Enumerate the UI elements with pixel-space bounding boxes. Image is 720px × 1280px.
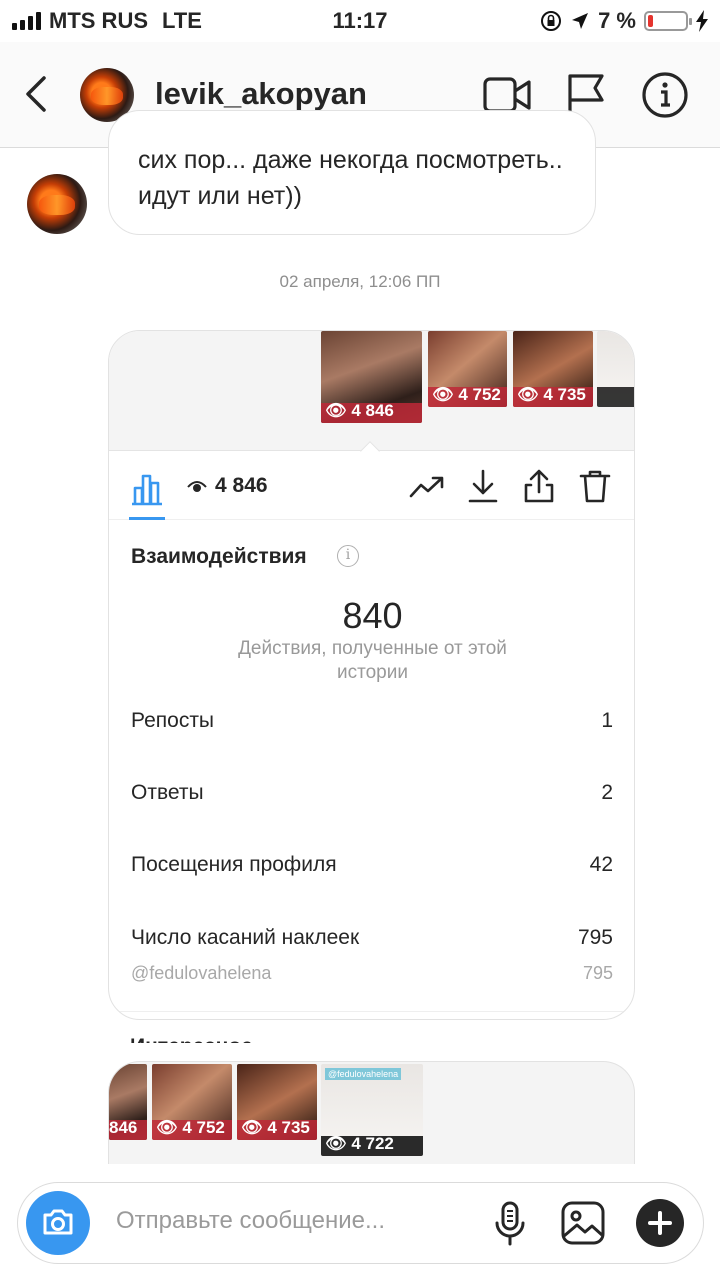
rotation-lock-icon <box>541 11 562 31</box>
share-icon[interactable] <box>521 468 557 504</box>
trending-icon[interactable] <box>409 468 445 504</box>
username-title[interactable]: levik_akopyan <box>155 76 367 112</box>
interactions-title: Взаимодействия <box>131 545 307 568</box>
thumbnail-views: 4 735 <box>267 1118 310 1137</box>
divider <box>109 1011 634 1012</box>
next-section-title: Интересное <box>130 1035 253 1043</box>
story-views-count: 4 846 <box>215 474 268 497</box>
metric-value: 1 <box>601 709 613 732</box>
story-insights-card[interactable]: 👁 4 846 👁 4 752 👁 4 735 4 846 Взаимодейс… <box>108 330 635 1020</box>
trash-icon[interactable] <box>577 468 613 504</box>
gallery-icon[interactable] <box>559 1199 607 1247</box>
metric-value: 795 <box>577 926 613 949</box>
metric-row: Репосты 1 <box>131 709 613 733</box>
thumbnail-views: 4 722 <box>351 1134 394 1153</box>
message-timestamp: 02 апреля, 12:06 ПП <box>279 272 441 291</box>
thumbnail-views: 4 735 <box>543 385 586 404</box>
story-insights-card-2[interactable]: 846 👁 4 752 👁 4 735 @fedulovahelena 👁 4 … <box>108 1061 635 1164</box>
next-section-clip: Интересное <box>108 1021 635 1043</box>
battery-percent: 7 % <box>598 8 636 33</box>
sticker-label: @fedulovahelena <box>131 963 272 983</box>
message-input[interactable] <box>116 1207 456 1235</box>
eye-icon: 👁 <box>517 385 539 404</box>
metric-label: Репосты <box>131 709 215 732</box>
story-thumbnail[interactable]: 👁 4 735 <box>513 331 593 407</box>
back-chevron-icon[interactable] <box>20 74 52 114</box>
more-button[interactable] <box>636 1199 684 1247</box>
interactions-total: 840 <box>342 595 403 636</box>
download-icon[interactable] <box>465 468 501 504</box>
thumbnail-views: 846 <box>109 1118 138 1137</box>
story-thumbnail[interactable]: 👁 4 846 <box>321 331 422 423</box>
metric-label: Число касаний наклеек <box>131 926 360 949</box>
eye-icon <box>187 481 207 492</box>
sticker-metric-row: @fedulovahelena 795 <box>131 963 613 984</box>
metric-label: Посещения профиля <box>131 853 337 876</box>
eye-icon: 👁 <box>432 385 454 404</box>
story-thumbnail[interactable]: @fedulovahelena 👁 4 722 <box>321 1064 423 1156</box>
thumbnail-views: 4 846 <box>351 401 394 420</box>
info-icon[interactable]: i <box>337 545 359 567</box>
camera-icon <box>43 1209 73 1235</box>
eye-icon: 👁 <box>156 1118 178 1137</box>
story-thumbnail[interactable]: 846 <box>109 1064 147 1140</box>
camera-button[interactable] <box>26 1191 90 1255</box>
story-thumbnail[interactable]: 👁 4 752 <box>152 1064 232 1140</box>
interactions-caption: Действия, полученные от этой истории <box>238 638 507 683</box>
message-text: сих пор... даже некогда посмотреть.. иду… <box>138 146 563 210</box>
eye-icon: 👁 <box>241 1118 263 1137</box>
eye-icon: 👁 <box>325 1134 347 1153</box>
bar-chart-icon[interactable] <box>129 470 165 506</box>
sticker-value: 795 <box>582 963 613 983</box>
metric-value: 2 <box>601 781 613 804</box>
status-bar: MTS RUS LTE 11:17 7 % <box>0 0 720 42</box>
sender-avatar[interactable] <box>27 174 87 234</box>
metric-row: Посещения профиля 42 <box>131 853 613 877</box>
story-thumbnail[interactable]: 👁 4 735 <box>237 1064 317 1140</box>
charging-icon <box>696 10 708 32</box>
plus-icon <box>648 1211 672 1235</box>
battery-icon <box>644 11 692 31</box>
active-tab-indicator <box>129 517 165 520</box>
story-thumbnail-strip: 👁 4 846 👁 4 752 👁 4 735 <box>109 331 634 461</box>
message-composer <box>17 1182 704 1264</box>
location-icon <box>572 13 589 29</box>
microphone-icon[interactable] <box>486 1199 534 1247</box>
mention-tag: @fedulovahelena <box>325 1068 402 1080</box>
insights-toolbar: 4 846 <box>109 452 634 520</box>
metric-value: 42 <box>589 853 613 876</box>
thumbnail-views: 4 752 <box>182 1118 225 1137</box>
eye-icon: 👁 <box>325 401 347 420</box>
thumbnail-views: 4 752 <box>458 385 501 404</box>
metric-label: Ответы <box>131 781 204 804</box>
metric-row: Ответы 2 <box>131 781 613 805</box>
story-thumbnail[interactable]: 👁 4 752 <box>428 331 507 407</box>
story-thumbnail[interactable] <box>597 331 634 407</box>
info-icon[interactable] <box>640 70 690 120</box>
metric-row: Число касаний наклеек 795 <box>131 926 613 950</box>
